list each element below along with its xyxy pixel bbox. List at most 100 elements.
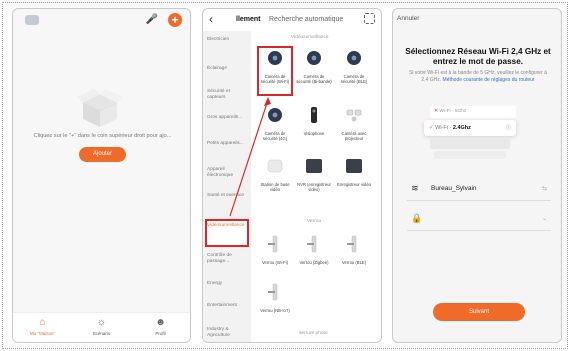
nvr-icon	[306, 159, 322, 173]
category-item[interactable]: Industry & Agriculture	[207, 327, 249, 339]
password-field[interactable]: 🔒 ⌄	[407, 209, 551, 231]
wifi-instructions: Si votre Wi-Fi est à la bande de 5 GHz, …	[405, 70, 551, 83]
router-settings-link[interactable]: Méthode courante de réglages du routeur	[443, 77, 535, 83]
category-item[interactable]: Gros appareils...	[207, 115, 249, 121]
wifi-setup-screen: Annuler Sélectionnez Réseau Wi-Fi 2,4 GH…	[392, 8, 562, 343]
home-screen: 🎤 + Cliquez sur le "+" dans le coin supé…	[12, 8, 191, 343]
device-item[interactable]: Verrou (Zigbee)	[296, 235, 332, 265]
cancel-button[interactable]: Annuler	[397, 15, 419, 22]
device-label: Visiophone	[303, 131, 325, 136]
category-item[interactable]: Appareil électronique	[207, 167, 249, 179]
cross-icon: ✕	[434, 109, 439, 114]
lock-icon: 🔒	[411, 213, 423, 223]
device-label: Verrou (Zigbee)	[299, 260, 329, 265]
device-item[interactable]: Visiophone	[296, 106, 332, 136]
wifi-24g-row: ✓ Wi-Fi - 2.4Ghz ⓘ	[424, 120, 516, 136]
home-icon: ⌂	[39, 317, 46, 328]
empty-box-icon	[77, 89, 123, 127]
top-bar: 🎤 +	[13, 9, 190, 31]
lock-icon	[347, 235, 357, 253]
switch-network-icon[interactable]: ⇆	[542, 185, 547, 192]
device-item[interactable]: Enregistreur vidéo	[336, 157, 372, 187]
category-item[interactable]: Petits appareils...	[207, 141, 249, 147]
sun-icon: ☼	[96, 317, 107, 328]
add-button[interactable]: Ajouter	[79, 147, 126, 162]
tab-profile[interactable]: ☻ Profil	[131, 313, 190, 342]
show-password-icon[interactable]: ⌄	[542, 215, 547, 222]
user-icon: ☻	[155, 317, 166, 328]
category-item-selected[interactable]: Vidéosurveillance	[207, 223, 249, 229]
section-title: serrure photo	[299, 331, 328, 336]
camera-icon	[307, 51, 321, 65]
tab-home[interactable]: ⌂ Ma "Maison"	[13, 313, 72, 342]
device-label: NVR (enregistreur vidéo)	[297, 182, 331, 192]
lock-icon	[268, 283, 278, 301]
floodlight-camera-icon	[346, 109, 362, 122]
wifi-24g-band: 2.4Ghz	[452, 125, 471, 131]
section-title: Vidéosurveillance	[291, 35, 329, 40]
microphone-icon[interactable]: 🎤	[146, 14, 158, 25]
tab-auto-search[interactable]: Recherche automatique	[269, 16, 343, 23]
device-item[interactable]: Verrou (NB-IoT)	[257, 283, 293, 313]
tab-scenario-label: Scénario	[92, 331, 111, 336]
tab-home-label: Ma "Maison"	[29, 331, 56, 336]
device-label: Caméra avec projecteur	[341, 131, 367, 141]
device-item[interactable]: Station de base vidéo	[257, 157, 293, 192]
category-sidebar: Electricien Éclairage Sécurité et capteu…	[203, 31, 251, 342]
camera-icon	[268, 108, 282, 122]
device-item[interactable]: Verrou (BLE)	[336, 235, 372, 265]
section-title: Verrou	[307, 219, 322, 224]
back-icon[interactable]: ‹	[209, 12, 213, 26]
wifi-network-field[interactable]: ≋ Bureau_Sylvain ⇆	[407, 179, 551, 201]
device-label: Caméra de sécurité (BLE)	[340, 74, 368, 84]
page-title: Sélectionnez Réseau Wi-Fi 2,4 GHz et ent…	[405, 47, 551, 66]
device-label: Verrou (BLE)	[341, 260, 367, 265]
category-item[interactable]: Contrôle de passage...	[207, 253, 249, 265]
device-label: Station de base vidéo	[260, 182, 290, 192]
wifi-band-illustration: ✕ Wi-Fi - 5Ghz ✓ Wi-Fi - 2.4Ghz ⓘ	[424, 106, 516, 162]
top-bar: ‹ llement Recherche automatique	[203, 9, 381, 31]
device-label: Caméra de sécurité (4G)	[262, 131, 288, 141]
recorder-icon	[346, 159, 362, 173]
check-icon: ✓	[429, 125, 434, 131]
add-device-button[interactable]: +	[168, 13, 182, 27]
selected-device-highlight	[257, 46, 293, 96]
device-label: Verrou (Wi-Fi)	[261, 260, 289, 265]
doorbell-icon	[311, 107, 317, 123]
add-device-screen: ‹ llement Recherche automatique Electric…	[202, 8, 382, 343]
base-station-icon	[267, 159, 283, 173]
category-item[interactable]: Entertainment	[207, 303, 249, 309]
category-item[interactable]: Éclairage	[207, 66, 249, 72]
tab-profile-label: Profil	[155, 331, 166, 336]
lock-icon	[268, 235, 278, 253]
empty-hint-text: Cliquez sur le "+" dans le coin supérieu…	[33, 133, 172, 139]
device-item[interactable]: Caméra avec projecteur	[336, 106, 372, 141]
device-item[interactable]: Verrou (Wi-Fi)	[257, 235, 293, 265]
wifi-5g-row: ✕ Wi-Fi - 5Ghz	[430, 106, 516, 118]
device-item[interactable]: NVR (enregistreur vidéo)	[296, 157, 332, 192]
scan-icon[interactable]	[364, 13, 375, 24]
tab-manual[interactable]: llement	[236, 16, 261, 23]
placeholder-row	[434, 151, 506, 159]
next-button[interactable]: Suivant	[433, 303, 525, 321]
category-item[interactable]: Santé et exercice	[207, 193, 249, 199]
info-icon: ⓘ	[505, 125, 511, 131]
lock-icon	[307, 235, 317, 253]
wifi-24g-prefix: Wi-Fi -	[435, 125, 453, 131]
category-item[interactable]: Electricien	[207, 37, 249, 43]
home-selector-icon[interactable]	[25, 15, 39, 25]
category-item[interactable]: Energy	[207, 281, 249, 287]
device-label: Enregistreur vidéo	[337, 182, 371, 187]
tab-scenario[interactable]: ☼ Scénario	[72, 313, 131, 342]
device-item[interactable]: Caméra de sécurité (4G)	[257, 106, 293, 141]
device-label: Caméra de sécurité (Bi-bande)	[296, 74, 332, 84]
placeholder-row	[430, 139, 510, 149]
device-label: Verrou (NB-IoT)	[260, 308, 290, 313]
category-item[interactable]: Sécurité et capteurs	[207, 89, 249, 101]
device-item[interactable]: Caméra de sécurité (Bi-bande)	[296, 49, 332, 84]
wifi-icon: ≋	[411, 183, 419, 193]
device-item[interactable]: Caméra de sécurité (BLE)	[336, 49, 372, 84]
camera-icon	[347, 51, 361, 65]
bottom-tab-bar: ⌂ Ma "Maison" ☼ Scénario ☻ Profil	[13, 312, 190, 342]
network-name: Bureau_Sylvain	[431, 185, 477, 192]
